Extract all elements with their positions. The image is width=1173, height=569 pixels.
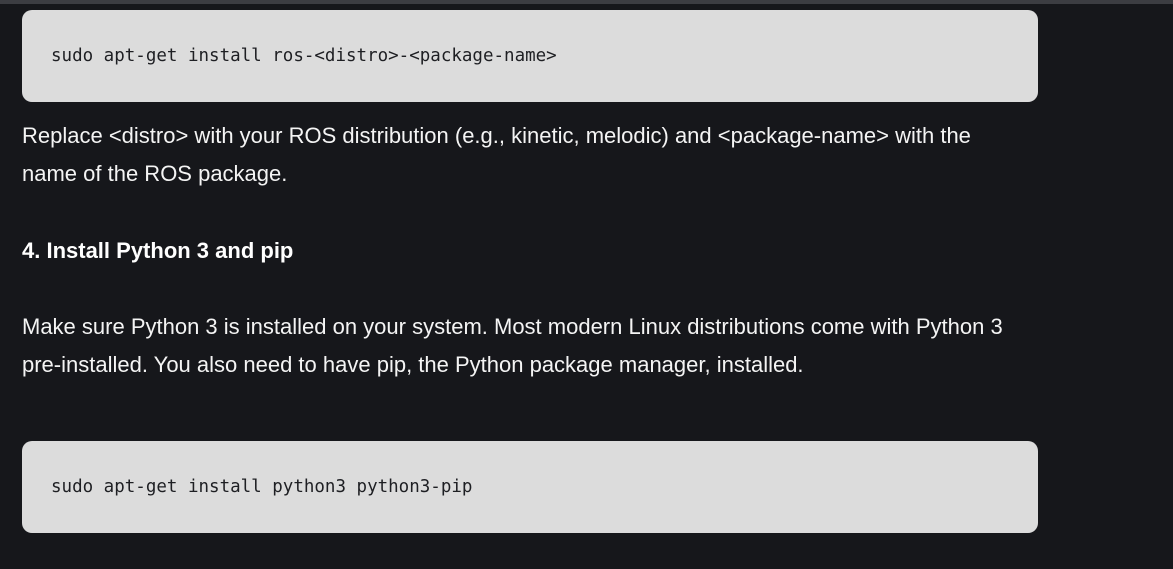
code-text: sudo apt-get install python3 python3-pip [51, 477, 473, 497]
code-text: sudo apt-get install ros-<distro>-<packa… [51, 46, 557, 66]
top-divider [0, 0, 1173, 4]
python-install-explanation: Make sure Python 3 is installed on your … [22, 314, 1003, 377]
code-block-python-install[interactable]: sudo apt-get install python3 python3-pip [22, 441, 1038, 533]
code-block-ros-install[interactable]: sudo apt-get install ros-<distro>-<packa… [22, 10, 1038, 102]
ros-install-explanation: Replace <distro> with your ROS distribut… [22, 123, 971, 186]
section-heading: 4. Install Python 3 and pip [22, 238, 294, 263]
